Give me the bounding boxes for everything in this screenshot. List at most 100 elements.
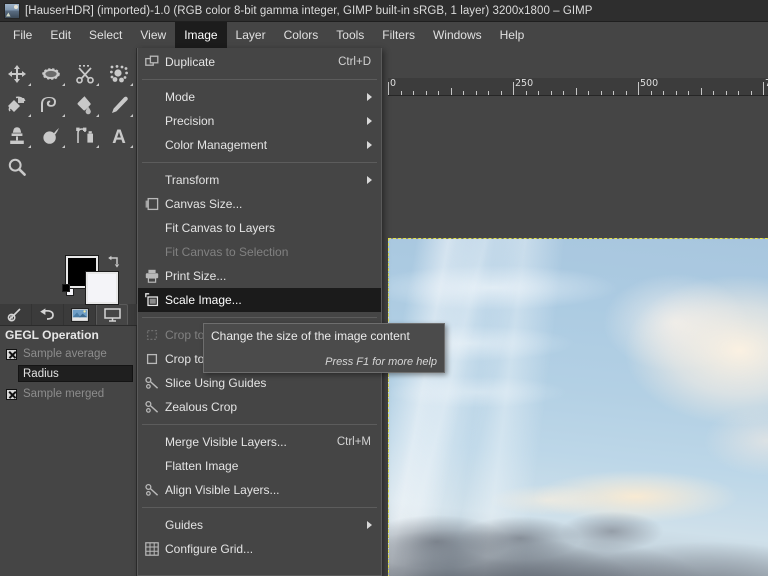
menu-item-merge-visible-layers[interactable]: Merge Visible Layers... Ctrl+M — [138, 430, 381, 454]
undo-history-tab[interactable] — [32, 304, 64, 325]
zoom-tool[interactable] — [0, 151, 34, 182]
menu-item-canvas-size[interactable]: Canvas Size... — [138, 192, 381, 216]
menu-item-transform[interactable]: Transform — [138, 168, 381, 192]
radius-input[interactable]: Radius — [18, 365, 133, 382]
horizontal-ruler[interactable]: 02505007501000 — [388, 78, 768, 96]
ruler-tick — [713, 91, 714, 95]
menu-item-label: Canvas Size... — [165, 197, 243, 211]
scissors-select-tool[interactable] — [68, 58, 102, 89]
toolbox-panel: A 0 GEGL Operation Sample average Radius… — [0, 48, 137, 576]
menu-item-mode[interactable]: Mode — [138, 85, 381, 109]
menu-item-guides[interactable]: Guides — [138, 513, 381, 537]
ellipse-select-tool[interactable] — [34, 58, 68, 89]
menu-item-precision[interactable]: Precision — [138, 109, 381, 133]
pencil-tool[interactable] — [102, 89, 136, 120]
ruler-tick — [663, 91, 664, 95]
ruler-tick — [525, 91, 527, 95]
ruler-tick — [738, 91, 739, 95]
menu-item-color-management[interactable]: Color Management — [138, 133, 381, 157]
menu-item-print-size[interactable]: Print Size... — [138, 264, 381, 288]
ruler-label: 750 — [763, 78, 768, 89]
menu-separator — [142, 424, 377, 425]
menu-item-flatten-image[interactable]: Flatten Image — [138, 454, 381, 478]
menubar-item-layer[interactable]: Layer — [227, 22, 275, 48]
ruler-tick — [613, 91, 614, 95]
menubar-item-help[interactable]: Help — [491, 22, 534, 48]
ruler-tick — [413, 91, 414, 95]
bucket-fill-tool[interactable] — [68, 89, 102, 120]
tool-triangle-icon — [62, 83, 65, 86]
menubar-item-edit[interactable]: Edit — [41, 22, 80, 48]
unified-transform-tool[interactable] — [0, 89, 34, 120]
menubar-item-windows[interactable]: Windows — [424, 22, 491, 48]
menu-item-label: Transform — [165, 173, 220, 187]
background-color-swatch[interactable] — [86, 272, 118, 304]
checkbox-checked-icon[interactable] — [6, 348, 17, 360]
menu-item-slice-using-guides[interactable]: Slice Using Guides — [138, 371, 381, 395]
ruler-label: 250 — [515, 78, 534, 89]
menubar-item-tools[interactable]: Tools — [327, 22, 373, 48]
swap-colors-icon[interactable] — [108, 254, 122, 268]
menu-separator — [142, 507, 377, 508]
move-icon — [8, 64, 26, 83]
clone-tool[interactable] — [0, 120, 34, 151]
crop-content-icon — [144, 351, 160, 367]
menu-item-fit-canvas-to-layers[interactable]: Fit Canvas to Layers — [138, 216, 381, 240]
menu-item-duplicate[interactable]: Duplicate Ctrl+D — [138, 50, 381, 74]
ruler-tick — [600, 91, 602, 95]
paths-icon — [76, 127, 93, 143]
gegl-panel-title: GEGL Operation — [5, 328, 99, 342]
menu-item-scale-image[interactable]: Scale Image... — [138, 288, 381, 312]
menu-item-label: Fit Canvas to Selection — [165, 245, 289, 259]
ruler-tick — [688, 91, 689, 95]
ruler-tick — [588, 91, 589, 95]
gegl-option-sample-merged[interactable]: Sample merged — [0, 385, 137, 403]
ruler-tick — [750, 91, 752, 95]
menu-item-configure-grid[interactable]: Configure Grid... — [138, 537, 381, 561]
ruler-tick — [463, 91, 464, 95]
gegl-option-sample-average[interactable]: Sample average — [0, 345, 137, 363]
smudge-tool[interactable] — [34, 120, 68, 151]
menu-item-label: Fit Canvas to Layers — [165, 221, 276, 235]
menubar-item-image[interactable]: Image — [175, 22, 227, 48]
tool-triangle-icon — [28, 83, 31, 86]
tool-triangle-icon — [28, 114, 31, 117]
fuzzy-select-tool[interactable] — [102, 58, 136, 89]
tool-options-tab[interactable]: 0 — [0, 304, 32, 325]
paths-tool[interactable] — [68, 120, 102, 151]
reset-colors-icon[interactable] — [62, 284, 76, 298]
checkbox-checked-icon[interactable] — [6, 388, 17, 400]
gimp-wilber-icon — [4, 2, 20, 19]
chevron-right-icon — [367, 176, 372, 184]
image-canvas-sky-photo[interactable] — [388, 238, 768, 576]
warp-transform-tool[interactable] — [34, 89, 68, 120]
align-layers-icon — [144, 482, 160, 498]
ruler-tick — [563, 91, 564, 95]
ruler-tick — [488, 91, 489, 95]
ruler-tick — [575, 88, 577, 95]
menubar-item-select[interactable]: Select — [80, 22, 131, 48]
ruler-tick — [538, 91, 539, 95]
radius-label: Radius — [23, 367, 59, 380]
image-menu-dropdown[interactable]: Duplicate Ctrl+D Mode Precision Color Manage… — [137, 48, 382, 576]
gegl-option-label: Sample merged — [23, 388, 105, 400]
magnifier-icon — [8, 158, 26, 176]
menu-separator — [142, 79, 377, 80]
menubar-item-view[interactable]: View — [131, 22, 175, 48]
menubar-item-colors[interactable]: Colors — [275, 22, 328, 48]
tool-triangle-icon — [96, 114, 99, 117]
images-tab[interactable] — [64, 304, 96, 325]
menu-item-label: Print Size... — [165, 269, 227, 283]
menu-item-zealous-crop[interactable]: Zealous Crop — [138, 395, 381, 419]
move-tool[interactable] — [0, 58, 34, 89]
menu-item-shortcut: Ctrl+M — [336, 436, 371, 448]
window-title: [HauserHDR] (imported)-1.0 (RGB color 8-… — [25, 4, 593, 17]
menubar-item-file[interactable]: File — [4, 22, 41, 48]
menu-item-label: Zealous Crop — [165, 400, 238, 414]
title-bar: [HauserHDR] (imported)-1.0 (RGB color 8-… — [0, 0, 768, 22]
menu-item-align-visible-layers[interactable]: Align Visible Layers... — [138, 478, 381, 502]
text-tool[interactable]: A — [102, 120, 136, 151]
device-status-tab[interactable] — [96, 304, 128, 325]
crop-selection-icon — [144, 327, 160, 343]
menubar-item-filters[interactable]: Filters — [373, 22, 424, 48]
